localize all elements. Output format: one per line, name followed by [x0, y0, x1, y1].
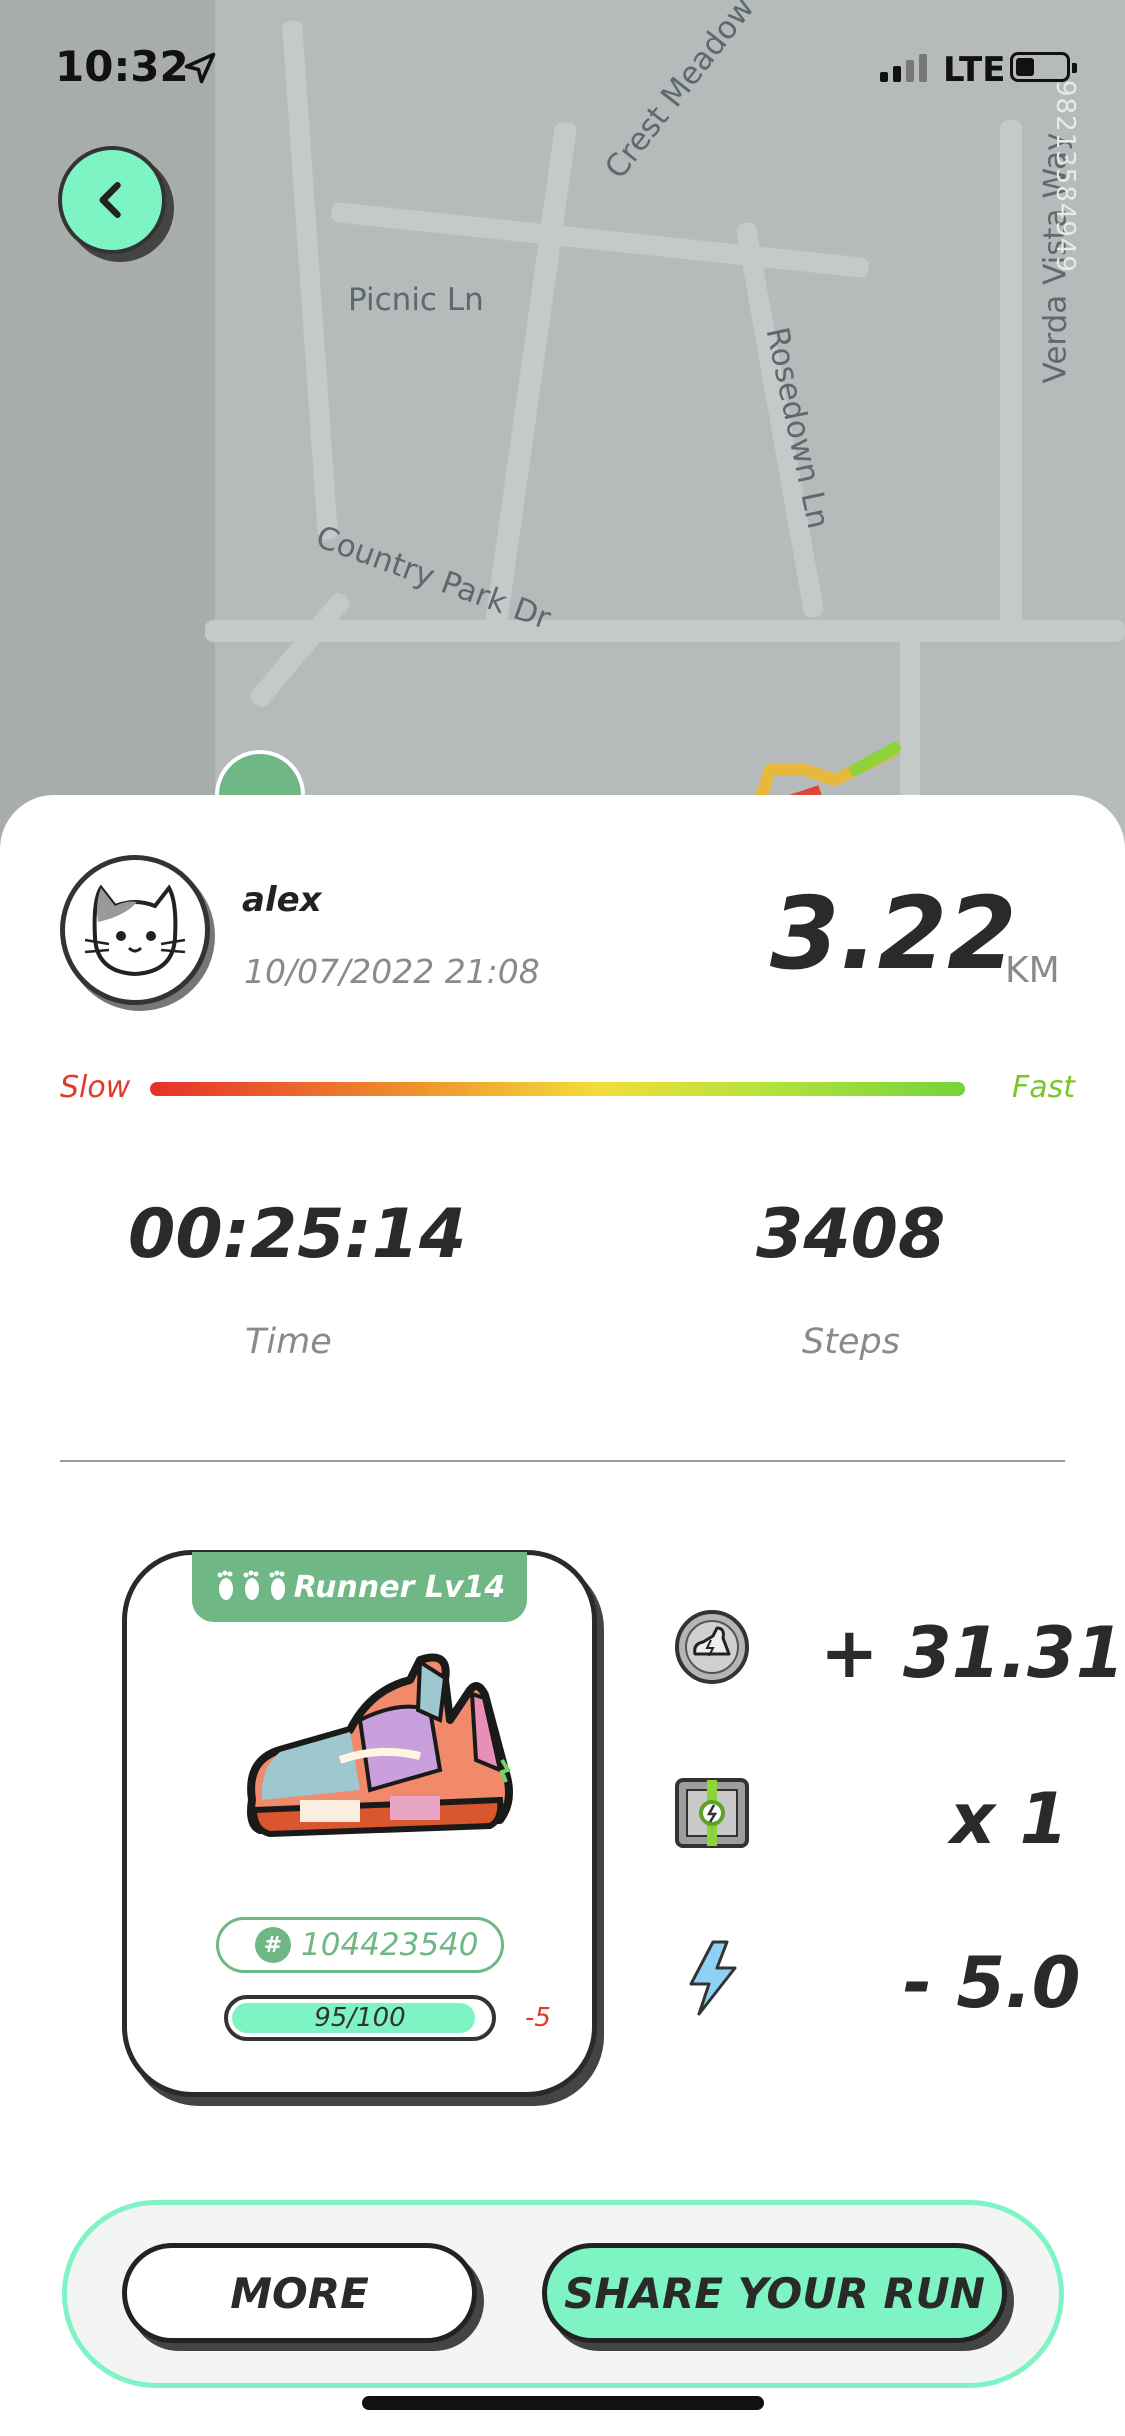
durability-delta: -5	[525, 2003, 551, 2033]
speed-gradient-bar	[150, 1082, 965, 1096]
network-type: LTE	[943, 50, 1006, 90]
cellular-signal-icon	[880, 54, 927, 82]
mystery-box-count: x 1	[950, 1778, 1069, 1860]
street-label: Picnic Ln	[348, 282, 484, 318]
username: alex	[242, 880, 322, 920]
street-label: Rosedown Ln	[758, 324, 837, 532]
steps-label: Steps	[802, 1322, 900, 1362]
time-label: Time	[245, 1322, 332, 1362]
distance-unit: KM	[1005, 950, 1060, 991]
sneaker-id: 104423540	[301, 1927, 479, 1963]
footprints-icon	[217, 1570, 285, 1600]
cat-avatar-icon	[73, 870, 197, 994]
sneaker-type-label: Runner Lv14	[293, 1569, 506, 1605]
speed-fast-label: Fast	[1012, 1070, 1076, 1105]
battery-icon	[1010, 52, 1077, 82]
durability-text: 95/100	[314, 2003, 406, 2033]
map-road	[1000, 120, 1022, 640]
back-button[interactable]	[58, 146, 166, 254]
gst-earned: + 31.31	[820, 1612, 1125, 1694]
sneaker-type-tab: Runner Lv14	[192, 1552, 527, 1622]
steps-value: 3408	[756, 1195, 946, 1274]
divider	[60, 1460, 1065, 1462]
status-time: 10:32	[55, 42, 189, 91]
energy-spent: - 5.0	[903, 1942, 1081, 2024]
speed-slow-label: Slow	[60, 1070, 131, 1105]
gst-token-icon	[675, 1610, 749, 1684]
map-road	[247, 589, 353, 711]
map-road	[205, 620, 1125, 642]
durability-bar: 95/100	[224, 1995, 496, 2041]
location-arrow-icon	[184, 52, 216, 84]
chevron-left-icon	[99, 182, 121, 218]
run-datetime: 10/07/2022 21:08	[244, 952, 540, 991]
energy-bolt-icon	[689, 1940, 737, 2016]
mystery-box-icon	[675, 1778, 749, 1848]
sneaker-id-badge: # 104423540	[216, 1917, 504, 1973]
more-button[interactable]: MORE	[122, 2243, 477, 2343]
home-indicator[interactable]	[362, 2396, 764, 2410]
avatar[interactable]	[60, 855, 210, 1005]
hash-icon: #	[255, 1927, 291, 1963]
distance-value: 3.22	[770, 875, 1017, 992]
status-bar: 10:32 LTE	[0, 0, 1125, 140]
map-road	[484, 120, 578, 630]
share-run-button[interactable]: SHARE YOUR RUN	[542, 2243, 1007, 2343]
map-watermark-id: 9821358494​9	[1050, 80, 1080, 273]
map-road	[330, 201, 870, 279]
sneaker-image	[247, 1653, 513, 1838]
time-value: 00:25:14	[128, 1195, 467, 1274]
